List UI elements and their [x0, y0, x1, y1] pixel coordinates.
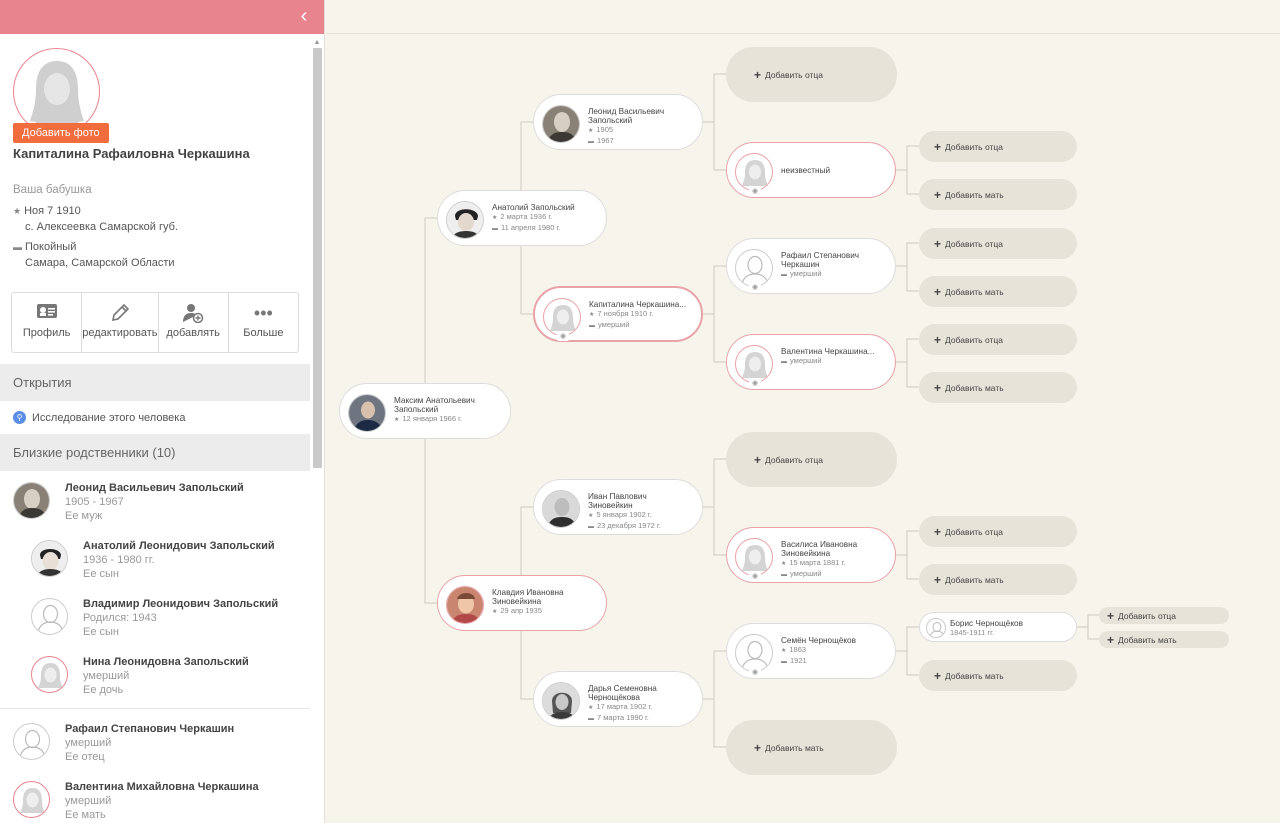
female-silhouette-icon [735, 538, 773, 576]
person-photo [348, 394, 386, 432]
person-node-root[interactable]: Максим Анатольевич Запольский ★ 12 января … [339, 383, 511, 439]
death-icon: ▬ [588, 139, 594, 145]
person-node-kapitalina[interactable]: ◉ Капиталина Черкашина... ★ 7 ноября 1910 … [533, 286, 703, 342]
star-icon: ★ [781, 648, 787, 654]
plus-icon: + [754, 452, 762, 467]
person-node-semyon[interactable]: ◉ Семён Чернощёков ★ 1863 ▬ 1921 [726, 623, 896, 679]
star-icon: ★ [394, 417, 400, 423]
person-node-darya[interactable]: Дарья Семеновна Чернощёкова ★ 17 марта 190… [533, 671, 703, 727]
person-node-ivan[interactable]: Иван Павлович Зиновейкин ★ 5 января 1902 г… [533, 479, 703, 535]
person-node-unknown[interactable]: ◉ неизвестный [726, 142, 896, 198]
plus-icon: + [934, 524, 942, 539]
star-icon: ★ [492, 609, 498, 615]
plus-icon: + [934, 668, 942, 683]
add-father-button[interactable]: + Добавить отца [1099, 607, 1229, 624]
person-node-anatoly[interactable]: Анатолий Запольский ★ 2 марта 1936 г. ▬ 11 а… [437, 190, 607, 246]
death-icon: ▬ [781, 272, 787, 278]
death-icon: ▬ [781, 659, 787, 665]
male-silhouette-icon [926, 618, 946, 638]
add-father-button[interactable]: + Добавить отца [726, 47, 897, 102]
add-mother-button[interactable]: + Добавить мать [726, 720, 897, 775]
plus-icon: + [934, 380, 942, 395]
death-icon: ▬ [588, 524, 594, 530]
plus-icon: + [934, 284, 942, 299]
death-icon: ▬ [492, 226, 498, 232]
death-icon: ▬ [781, 359, 787, 365]
camera-icon[interactable]: ◉ [749, 572, 761, 581]
death-icon: ▬ [589, 323, 595, 329]
camera-icon[interactable]: ◉ [749, 379, 761, 388]
star-icon: ★ [588, 128, 594, 134]
star-icon: ★ [588, 705, 594, 711]
plus-icon: + [934, 572, 942, 587]
camera-icon[interactable]: ◉ [749, 668, 761, 677]
star-icon: ★ [492, 215, 498, 221]
camera-icon[interactable]: ◉ [749, 187, 761, 196]
female-silhouette-icon [543, 298, 581, 336]
male-silhouette-icon [735, 249, 773, 287]
add-father-button[interactable]: + Добавить отца [919, 228, 1077, 259]
plus-icon: + [1107, 632, 1115, 647]
add-mother-button[interactable]: + Добавить мать [1099, 631, 1229, 648]
person-node-vasilisa[interactable]: ◉ Василиса Ивановна Зиновейкина ★ 15 марта… [726, 527, 896, 583]
person-node-klavdia[interactable]: Клавдия Ивановна Зиновейкина ★ 29 апр 1935 [437, 575, 607, 631]
add-father-button[interactable]: + Добавить отца [919, 131, 1077, 162]
male-silhouette-icon [735, 634, 773, 672]
add-mother-button[interactable]: + Добавить мать [919, 372, 1077, 403]
person-node-leonid[interactable]: Леонид Васильевич Запольский ★ 1905 ▬ 1967 [533, 94, 703, 150]
add-father-button[interactable]: + Добавить отца [919, 516, 1077, 547]
plus-icon: + [1107, 608, 1115, 623]
add-mother-button[interactable]: + Добавить мать [919, 660, 1077, 691]
add-mother-button[interactable]: + Добавить мать [919, 179, 1077, 210]
female-silhouette-icon [735, 345, 773, 383]
person-node-rafail[interactable]: ◉ Рафаил Степанович Черкашин ▬ умерший [726, 238, 896, 294]
person-node-boris[interactable]: Борис Чернощёков 1845-1911 гг. [919, 612, 1077, 642]
plus-icon: + [934, 332, 942, 347]
female-silhouette-icon [735, 153, 773, 191]
person-photo [542, 490, 580, 528]
camera-icon[interactable]: ◉ [557, 332, 569, 341]
star-icon: ★ [781, 561, 787, 567]
person-photo [446, 201, 484, 239]
plus-icon: + [934, 236, 942, 251]
person-node-valentina[interactable]: ◉ Валентина Черкашина... ▬ умерший [726, 334, 896, 390]
plus-icon: + [754, 67, 762, 82]
plus-icon: + [934, 187, 942, 202]
add-father-button[interactable]: + Добавить отца [919, 324, 1077, 355]
add-mother-button[interactable]: + Добавить мать [919, 276, 1077, 307]
star-icon: ★ [589, 312, 595, 318]
add-mother-button[interactable]: + Добавить мать [919, 564, 1077, 595]
plus-icon: + [754, 740, 762, 755]
plus-icon: + [934, 139, 942, 154]
death-icon: ▬ [588, 716, 594, 722]
person-photo [542, 682, 580, 720]
death-icon: ▬ [781, 572, 787, 578]
add-father-button[interactable]: + Добавить отца [726, 432, 897, 487]
person-photo [542, 105, 580, 143]
camera-icon[interactable]: ◉ [749, 283, 761, 292]
star-icon: ★ [588, 513, 594, 519]
person-photo [446, 586, 484, 624]
